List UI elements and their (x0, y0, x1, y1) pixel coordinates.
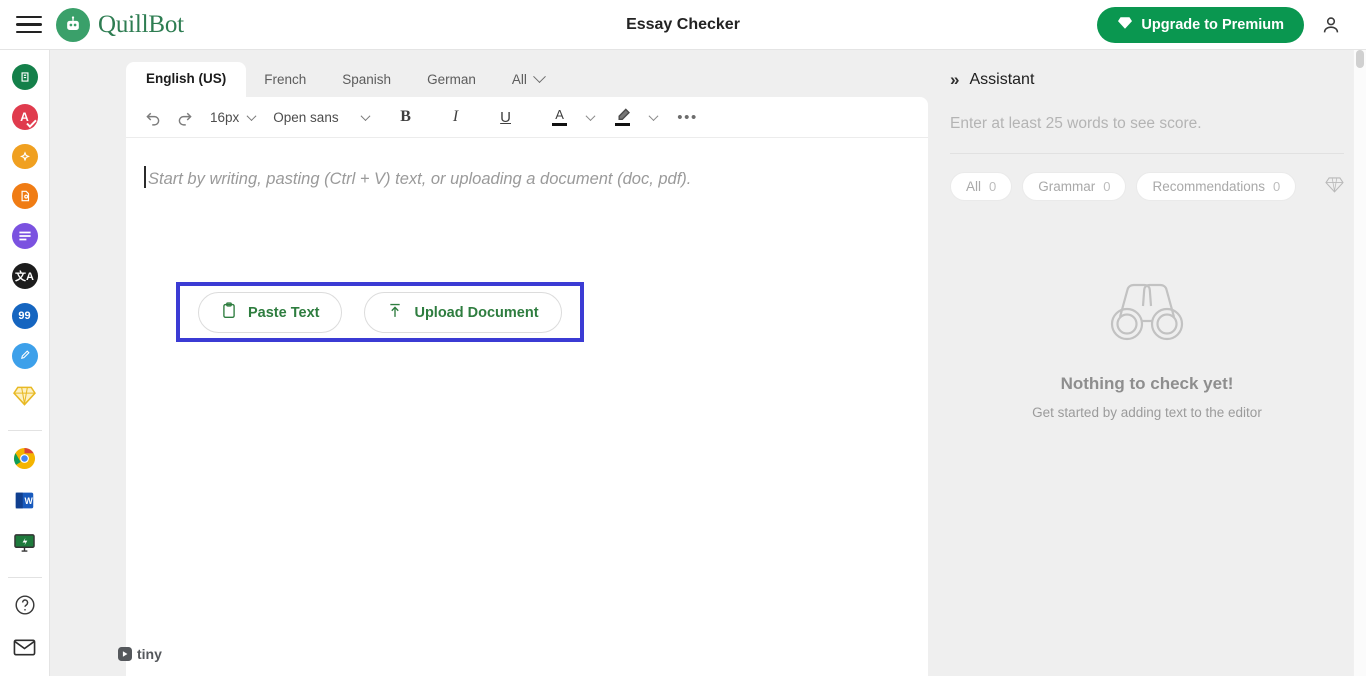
tab-german[interactable]: German (409, 63, 494, 97)
sidebar-item-paraphraser[interactable] (12, 64, 38, 90)
redo-arrow-icon[interactable] (170, 102, 200, 132)
sidebar-item-word-addin[interactable]: W (12, 487, 38, 513)
editor-card: 16px Open sans B I U A ••• (126, 97, 928, 676)
sidebar-divider (8, 430, 42, 431)
sidebar-item-summarizer[interactable] (12, 223, 38, 249)
sidebar-item-chrome-extension[interactable] (12, 445, 38, 471)
language-tabs: English (US) French Spanish German All (126, 61, 562, 97)
chip-grammar[interactable]: Grammar 0 (1022, 172, 1126, 201)
brand-logo[interactable]: QuillBot (56, 8, 184, 42)
editor-toolbar: 16px Open sans B I U A ••• (126, 97, 928, 138)
tinymce-branding[interactable]: tiny (118, 646, 162, 662)
sidebar-item-ai-detector[interactable] (12, 343, 38, 369)
chip-recommendations-count: 0 (1273, 179, 1280, 194)
chip-grammar-label: Grammar (1038, 179, 1095, 194)
more-options-button[interactable]: ••• (673, 102, 703, 132)
sidebar-item-premium[interactable] (12, 383, 38, 409)
chip-grammar-count: 0 (1103, 179, 1110, 194)
tool-sidebar: A 文A 99 W (0, 50, 50, 676)
assistant-header: » Assistant (950, 70, 1344, 90)
editor-placeholder-text: Start by writing, pasting (Ctrl + V) tex… (148, 170, 691, 188)
sidebar-item-desktop-app[interactable] (12, 529, 38, 555)
chevron-down-icon[interactable] (585, 111, 595, 121)
chevron-down-icon (247, 111, 257, 121)
text-color-label: A (555, 108, 564, 121)
score-note: Enter at least 25 words to see score. (950, 115, 1344, 133)
quillbot-robot-logo (56, 8, 90, 42)
chip-recommendations-label: Recommendations (1152, 179, 1265, 194)
sidebar-divider-2 (8, 577, 42, 578)
font-size-select[interactable]: 16px (202, 102, 263, 132)
assistant-empty-state: Nothing to check yet! Get started by add… (950, 273, 1344, 420)
editor-text-area[interactable]: Start by writing, pasting (Ctrl + V) tex… (126, 138, 928, 191)
tab-all-languages[interactable]: All (494, 63, 562, 97)
sidebar-item-grammar-checker[interactable]: A (12, 104, 38, 130)
upload-document-label: Upload Document (414, 305, 538, 321)
diamond-icon (1117, 16, 1133, 34)
font-family-value: Open sans (273, 110, 338, 125)
diamond-icon[interactable] (1325, 176, 1344, 198)
sidebar-item-ai-humanizer[interactable] (12, 144, 38, 170)
brand-name: QuillBot (98, 11, 184, 39)
sidebar-item-plagiarism-checker[interactable] (12, 183, 38, 209)
upgrade-to-premium-button[interactable]: Upgrade to Premium (1097, 7, 1304, 43)
assistant-panel: » Assistant Enter at least 25 words to s… (928, 50, 1366, 676)
page-scrollbar[interactable] (1353, 50, 1366, 676)
clipboard-icon (221, 302, 237, 323)
text-color-button[interactable]: A (545, 102, 575, 132)
upgrade-label: Upgrade to Premium (1141, 17, 1284, 33)
person-icon[interactable] (1318, 12, 1344, 38)
highlight-color-swatch (615, 123, 630, 126)
chevron-down-icon[interactable] (648, 111, 658, 121)
assistant-filter-chips: All 0 Grammar 0 Recommendations 0 (950, 172, 1344, 201)
sidebar-item-citation-generator[interactable]: 99 (12, 303, 38, 329)
bold-button[interactable]: B (391, 102, 421, 132)
sidebar-support (12, 592, 38, 676)
app-header: QuillBot Essay Checker Upgrade to Premiu… (0, 0, 1366, 50)
upload-document-button[interactable]: Upload Document (364, 292, 561, 333)
scrollbar-thumb[interactable] (1356, 50, 1364, 68)
chip-all[interactable]: All 0 (950, 172, 1012, 201)
chip-all-label: All (966, 179, 981, 194)
paste-text-button[interactable]: Paste Text (198, 292, 342, 333)
chip-recommendations[interactable]: Recommendations 0 (1136, 172, 1296, 201)
double-chevron-right-icon[interactable]: » (950, 70, 957, 90)
help-icon[interactable] (12, 592, 38, 618)
assistant-title: Assistant (969, 71, 1034, 89)
mail-icon[interactable] (12, 634, 38, 660)
text-caret (144, 166, 146, 188)
editor-placeholder: Start by writing, pasting (Ctrl + V) tex… (148, 168, 691, 191)
tab-spanish[interactable]: Spanish (324, 63, 409, 97)
workspace: English (US) French Spanish German All 1… (50, 50, 1366, 676)
sidebar-item-translator[interactable]: 文A (12, 263, 38, 289)
paste-text-label: Paste Text (248, 305, 319, 321)
chip-all-count: 0 (989, 179, 996, 194)
chevron-down-icon (360, 111, 370, 121)
font-family-select[interactable]: Open sans (265, 102, 376, 132)
tiny-label: tiny (137, 646, 162, 662)
upload-arrow-icon (387, 302, 403, 323)
highlight-color-button[interactable] (608, 102, 638, 132)
tiny-logo-icon (118, 647, 132, 661)
chevron-down-icon (533, 70, 546, 83)
empty-state-title: Nothing to check yet! (1061, 374, 1234, 394)
binoculars-icon (1104, 273, 1190, 352)
svg-text:W: W (25, 496, 34, 506)
font-size-value: 16px (210, 110, 239, 125)
underline-button[interactable]: U (491, 102, 521, 132)
editor-action-buttons: Paste Text Upload Document (198, 292, 562, 333)
empty-state-subtitle: Get started by adding text to the editor (1032, 405, 1262, 420)
tab-all-label: All (512, 72, 527, 87)
header-actions: Upgrade to Premium (1097, 7, 1344, 43)
tab-english-us[interactable]: English (US) (126, 62, 246, 97)
hamburger-menu-icon[interactable] (16, 12, 42, 38)
undo-arrow-icon[interactable] (138, 102, 168, 132)
text-color-swatch (552, 123, 567, 126)
italic-button[interactable]: I (441, 102, 471, 132)
tab-french[interactable]: French (246, 63, 324, 97)
assistant-divider (950, 153, 1344, 154)
